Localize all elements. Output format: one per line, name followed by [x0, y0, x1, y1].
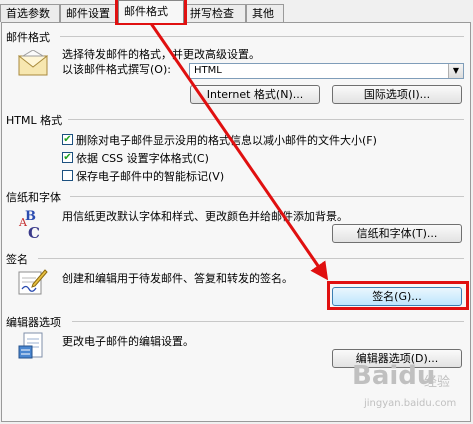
tab-mail-format[interactable]: 邮件格式: [118, 0, 184, 23]
watermark-sub: 经验: [424, 375, 451, 390]
watermark-logo: Baidu: [352, 361, 436, 391]
watermark-url: jingyan.baidu.com: [364, 398, 457, 409]
